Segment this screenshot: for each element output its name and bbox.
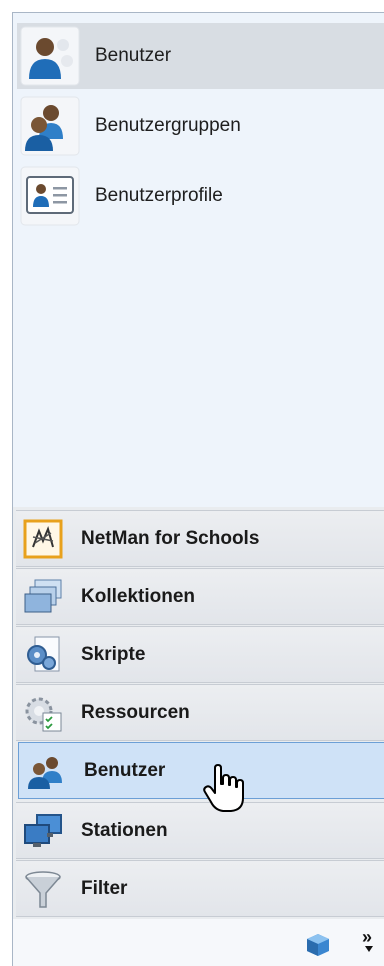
overflow-strip: » [13, 919, 384, 966]
list-item-benutzerprofile[interactable]: Benutzerprofile [17, 163, 384, 229]
netman-icon [21, 517, 65, 561]
nav-item-ressourcen[interactable]: Ressourcen [16, 684, 384, 741]
collections-icon [21, 575, 65, 619]
resources-icon [21, 691, 65, 735]
nav-item-label: Filter [81, 877, 128, 899]
nav-item-label: Ressourcen [81, 701, 190, 723]
navigation-pane: Benutzer Benutzergruppen Benutzerprofile… [12, 12, 384, 966]
list-item-label: Benutzerprofile [95, 185, 223, 206]
nav-item-label: Stationen [81, 819, 168, 841]
overflow-chevron-icon[interactable]: » [362, 928, 372, 946]
user-profile-icon [19, 165, 81, 227]
scripts-icon [21, 633, 65, 677]
nav-item-netman[interactable]: NetMan for Schools [16, 510, 384, 567]
list-item-benutzergruppen[interactable]: Benutzergruppen [17, 93, 384, 159]
item-list: Benutzer Benutzergruppen Benutzerprofile [13, 13, 384, 507]
nav-item-label: Skripte [81, 643, 146, 665]
navigation-buttons: NetMan for Schools Kollektionen Skripte … [13, 507, 384, 919]
list-item-label: Benutzer [95, 45, 172, 66]
cube-icon[interactable] [305, 932, 331, 958]
hand-cursor-icon [203, 764, 245, 814]
nav-item-skripte[interactable]: Skripte [16, 626, 384, 683]
nav-item-stationen[interactable]: Stationen [16, 802, 384, 859]
user-group-icon [19, 95, 81, 157]
nav-item-label: Benutzer [84, 759, 166, 781]
users-icon [24, 749, 68, 793]
list-item-benutzer[interactable]: Benutzer [17, 23, 384, 89]
user-icon [19, 25, 81, 87]
nav-item-benutzer[interactable]: Benutzer [18, 742, 384, 799]
nav-item-kollektionen[interactable]: Kollektionen [16, 568, 384, 625]
nav-item-label: NetMan for Schools [81, 527, 260, 549]
nav-item-filter[interactable]: Filter [16, 860, 384, 917]
nav-item-label: Kollektionen [81, 585, 196, 607]
filter-icon [21, 867, 65, 911]
dropdown-arrow-icon[interactable] [365, 946, 373, 952]
stations-icon [21, 809, 65, 853]
list-item-label: Benutzergruppen [95, 115, 241, 136]
